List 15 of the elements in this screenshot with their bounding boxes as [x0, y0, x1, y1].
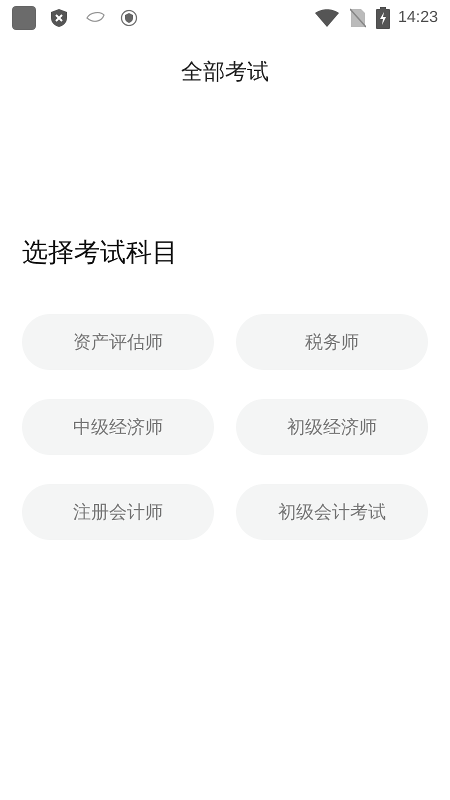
wifi-icon [314, 9, 340, 27]
subject-button[interactable]: 注册会计师 [22, 484, 214, 540]
battery-charging-icon [376, 7, 390, 29]
shield-icon [120, 9, 138, 27]
app-icon [12, 6, 36, 30]
subject-button[interactable]: 初级经济师 [236, 399, 428, 455]
subject-button[interactable]: 税务师 [236, 314, 428, 370]
no-sim-icon [350, 8, 366, 28]
page-title: 全部考试 [181, 58, 269, 86]
section-title: 选择考试科目 [22, 236, 179, 269]
status-time: 14:23 [398, 8, 438, 28]
subject-button[interactable]: 资产评估师 [22, 314, 214, 370]
subject-button[interactable]: 初级会计考试 [236, 484, 428, 540]
subject-button[interactable]: 中级经济师 [22, 399, 214, 455]
shield-icon [50, 8, 68, 28]
